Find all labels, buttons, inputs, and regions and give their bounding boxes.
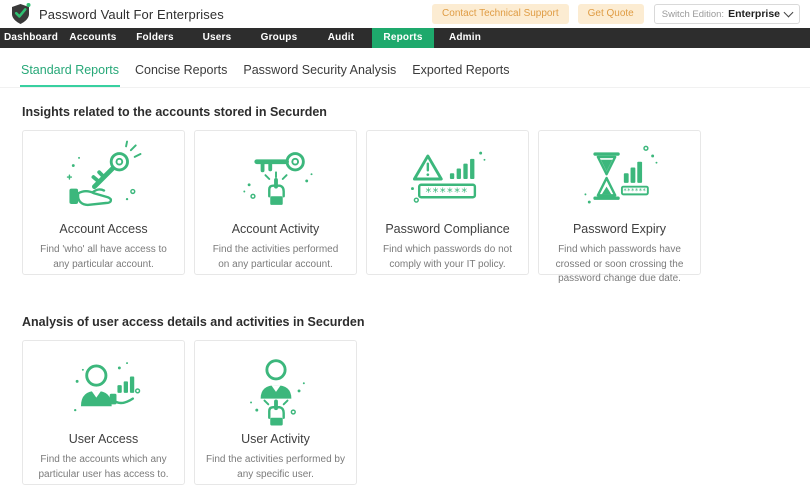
card-icon-wrap — [34, 349, 173, 429]
user-click-icon — [228, 350, 324, 428]
card-description: Find the accounts which any particular u… — [34, 453, 173, 482]
card-icon-wrap: ****** — [550, 139, 689, 219]
tab-concise-reports[interactable]: Concise Reports — [134, 57, 228, 87]
card-icon-wrap — [206, 349, 345, 429]
hand-holding-key-icon — [56, 140, 152, 218]
nav-item-accounts[interactable]: Accounts — [62, 28, 124, 48]
nav-item-dashboard[interactable]: Dashboard — [0, 28, 62, 48]
card-description: Find which passwords have crossed or soo… — [550, 243, 689, 287]
card-description: Find which passwords do not comply with … — [378, 243, 517, 272]
reports-tab-bar: Standard Reports Concise Reports Passwor… — [0, 57, 810, 88]
chevron-down-icon — [784, 8, 794, 18]
app-title: Password Vault For Enterprises — [39, 7, 224, 22]
edition-value: Enterprise — [728, 8, 780, 20]
card-password-compliance[interactable]: ****** Password Compliance Find which pa… — [366, 130, 529, 275]
card-icon-wrap — [34, 139, 173, 219]
card-account-activity[interactable]: Account Activity Find the activities per… — [194, 130, 357, 275]
card-description: Find 'who' all have access to any partic… — [34, 243, 173, 272]
securden-shield-logo — [10, 2, 32, 26]
get-quote-button[interactable]: Get Quote — [578, 4, 644, 24]
svg-text:******: ****** — [425, 185, 468, 199]
card-description: Find the activities performed on any par… — [206, 243, 345, 272]
switch-edition-label: Switch Edition: — [662, 9, 724, 20]
card-description: Find the activities performed by any spe… — [206, 453, 345, 482]
user-report-cards: User Access Find the accounts which any … — [0, 340, 810, 485]
tab-standard-reports[interactable]: Standard Reports — [20, 57, 120, 87]
warning-chart-password-icon: ****** — [400, 140, 496, 218]
nav-item-folders[interactable]: Folders — [124, 28, 186, 48]
nav-item-reports[interactable]: Reports — [372, 28, 434, 48]
section-heading-accounts-insights: Insights related to the accounts stored … — [22, 105, 810, 119]
account-report-cards: Account Access Find 'who' all have acces… — [0, 130, 810, 275]
nav-item-audit[interactable]: Audit — [310, 28, 372, 48]
card-title: User Activity — [206, 432, 345, 446]
card-account-access[interactable]: Account Access Find 'who' all have acces… — [22, 130, 185, 275]
user-chart-icon — [56, 350, 152, 428]
card-title: Password Expiry — [550, 222, 689, 236]
card-title: User Access — [34, 432, 173, 446]
card-user-access[interactable]: User Access Find the accounts which any … — [22, 340, 185, 485]
main-navigation: Dashboard Accounts Folders Users Groups … — [0, 28, 810, 48]
nav-item-admin[interactable]: Admin — [434, 28, 496, 48]
hourglass-chart-icon: ****** — [572, 140, 668, 218]
card-password-expiry[interactable]: ****** Password Expiry Find which passwo… — [538, 130, 701, 275]
nav-item-users[interactable]: Users — [186, 28, 248, 48]
switch-edition-dropdown[interactable]: Switch Edition: Enterprise — [654, 4, 800, 24]
key-click-icon — [228, 140, 324, 218]
card-user-activity[interactable]: User Activity Find the activities perfor… — [194, 340, 357, 485]
svg-text:******: ****** — [623, 187, 646, 195]
tab-exported-reports[interactable]: Exported Reports — [411, 57, 510, 87]
card-icon-wrap: ****** — [378, 139, 517, 219]
top-bar: Password Vault For Enterprises Contact T… — [0, 0, 810, 28]
section-heading-user-analysis: Analysis of user access details and acti… — [22, 315, 810, 329]
tab-password-security-analysis[interactable]: Password Security Analysis — [242, 57, 397, 87]
card-title: Account Activity — [206, 222, 345, 236]
nav-item-groups[interactable]: Groups — [248, 28, 310, 48]
card-title: Password Compliance — [378, 222, 517, 236]
card-title: Account Access — [34, 222, 173, 236]
contact-support-button[interactable]: Contact Technical Support — [432, 4, 569, 24]
card-icon-wrap — [206, 139, 345, 219]
